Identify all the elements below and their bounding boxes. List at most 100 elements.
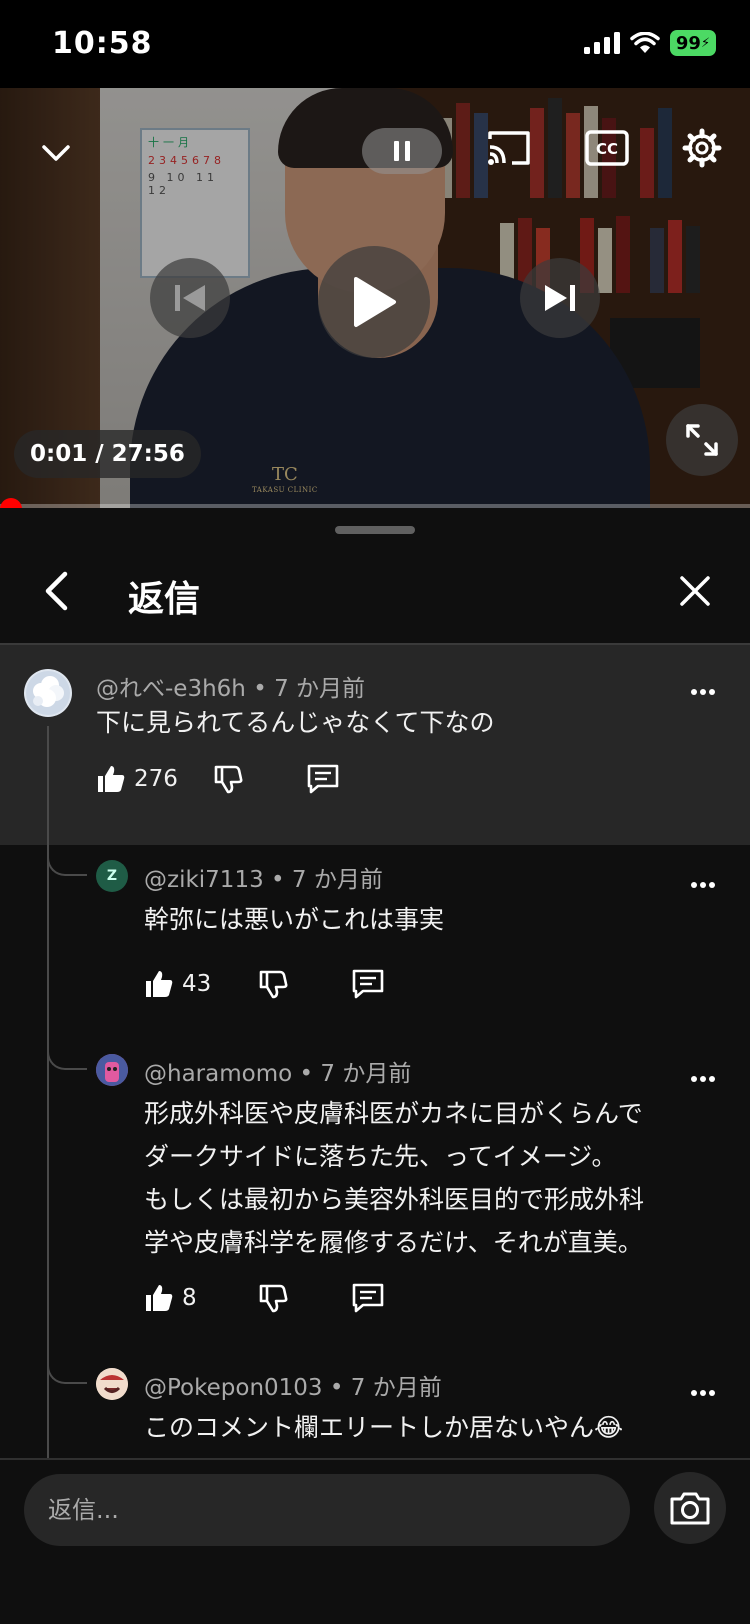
like-button[interactable]: 276 [96,764,178,794]
svg-text:CC: CC [596,140,618,158]
meta-separator: • [299,1061,314,1087]
reply-avatar[interactable] [96,1054,128,1086]
more-options-button[interactable] [688,677,718,707]
comment-line: もしくは最初から美容外科医目的で形成外科 [144,1185,645,1214]
comment-author[interactable]: @haramomo [144,1061,292,1087]
captions-icon: CC [585,130,629,166]
reply-avatar[interactable]: Z [96,860,128,892]
dislike-button[interactable] [257,1282,289,1314]
comment-time: 7 か月前 [320,1061,412,1087]
reply-button[interactable] [306,763,340,795]
meta-separator: • [271,867,285,893]
close-icon [680,576,710,606]
thumbs-up-icon [98,766,125,792]
comment-icon [352,969,384,999]
character-avatar-icon [96,1368,128,1400]
battery-indicator: 99 ⚡ [670,30,716,56]
comment-text: 下に見られてるんじゃなくて下なの [96,708,495,737]
signal-icon [584,32,620,54]
comment-line: 幹弥には悪いがこれは事実 [144,905,445,934]
pause-icon [394,141,410,161]
sheet-title: 返信 [128,579,201,620]
like-button[interactable]: 43 [144,969,211,999]
reply-button[interactable] [351,968,385,1000]
back-button[interactable] [36,566,76,616]
status-bar: 10:58 99 ⚡ [0,0,750,88]
more-vert-icon [691,1390,715,1396]
comment-actions: 8 [144,1282,385,1314]
charging-icon: ⚡ [700,35,711,51]
thread-connector [47,1032,87,1070]
comment-text: このコメント欄エリートしか居ないやん😂 [144,1406,623,1449]
chevron-down-icon [42,145,70,161]
reply-input[interactable] [24,1474,630,1546]
wifi-icon [630,32,660,53]
close-button[interactable] [674,570,716,612]
battery-level: 99 [675,32,701,54]
comment-text: 形成外科医や皮膚科医がカネに目がくらんで ダークサイドに落ちた先、ってイメージ。… [144,1092,644,1264]
comment-line: ダークサイドに落ちた先、ってイメージ。 [144,1142,617,1171]
drag-handle[interactable] [335,526,415,534]
comment-author[interactable]: @ziki7113 [144,867,264,893]
comment-icon [352,1283,383,1313]
thumbs-down-icon [259,1284,288,1313]
like-count: 8 [182,1285,197,1311]
comment-line: 学や皮膚科学を履修するだけ、それが直美。 [144,1228,643,1257]
next-icon [545,285,575,311]
reply-meta: @ziki7113 • 7 か月前 [144,860,383,894]
dislike-button[interactable] [257,968,289,1000]
reply-meta: @Pokepon0103 • 7 か月前 [144,1368,442,1402]
cast-icon [488,131,530,165]
reply-meta: @haramomo • 7 か月前 [144,1054,411,1088]
video-player[interactable]: 十一月 2345678 9 10 11 12 TC TAKASU CLINIC C… [0,88,750,508]
previous-icon [175,285,205,311]
parent-avatar[interactable] [24,669,72,717]
more-options-button[interactable] [688,1378,718,1408]
comment-line: このコメント欄エリートしか居ないやん😂 [144,1413,624,1442]
comment-text: 幹弥には悪いがこれは事実 [144,898,444,941]
dislike-button[interactable] [212,763,244,795]
more-options-button[interactable] [688,870,718,900]
thread-connector [47,1346,87,1384]
status-icons: 99 ⚡ [584,30,716,56]
more-options-button[interactable] [688,1064,718,1094]
comment-author[interactable]: @れべ-e3h6h [96,676,246,702]
pause-toggle-button[interactable] [362,128,442,174]
play-icon [354,277,396,327]
cloud-avatar-icon [26,671,70,715]
play-button[interactable] [318,246,430,358]
settings-button[interactable] [678,124,726,172]
comment-author[interactable]: @Pokepon0103 [144,1375,323,1401]
settings-icon [682,128,722,168]
thumbs-down-icon [214,765,243,794]
next-button[interactable] [520,258,600,338]
previous-button[interactable] [150,258,230,338]
chevron-left-icon [45,571,68,611]
cast-button[interactable] [484,126,534,170]
character-avatar-icon [96,1054,128,1086]
parent-comment: @れべ-e3h6h • 7 か月前 下に見られてるんじゃなくて下なの 276 [0,645,750,845]
replies-sheet: 返信 @れべ-e3h6h • 7 か月前 下に見られてるんじゃなくて下なの 27… [0,508,750,1624]
like-count: 43 [182,971,212,997]
comment-icon [307,764,339,794]
comment-time: 7 か月前 [350,1375,442,1401]
comment-actions: 43 [144,968,385,1000]
like-button[interactable]: 8 [144,1283,197,1313]
reply-button[interactable] [351,1282,385,1314]
minimize-button[interactable] [36,138,76,168]
thumbs-down-icon [259,970,288,999]
more-vert-icon [691,882,715,888]
fullscreen-button[interactable] [666,404,738,476]
comment-time: 7 か月前 [274,676,366,702]
comment-time: 7 か月前 [291,867,383,893]
more-vert-icon [691,689,715,695]
status-time: 10:58 [52,26,153,61]
thumbs-up-icon [146,971,173,997]
avatar-letter: Z [106,868,118,884]
comment-line: 形成外科医や皮膚科医がカネに目がくらんで [144,1099,643,1128]
meta-separator: • [329,1375,344,1401]
reply-avatar[interactable] [96,1368,128,1400]
captions-button[interactable]: CC [582,126,632,170]
camera-button[interactable] [654,1472,726,1544]
thread-connector [47,838,87,876]
